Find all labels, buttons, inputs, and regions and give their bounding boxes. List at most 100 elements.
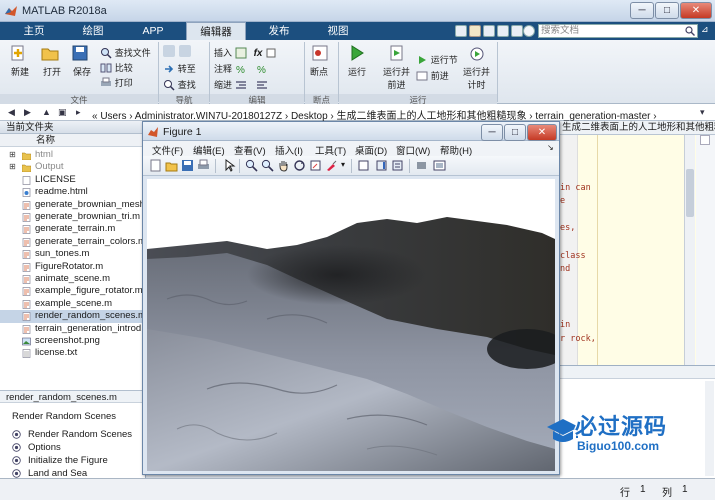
save-icon[interactable] [455, 25, 467, 37]
menu-help[interactable]: 帮助(H) [440, 143, 472, 157]
scrollbar-thumb[interactable] [686, 169, 694, 217]
find-button[interactable]: 查找 [163, 78, 196, 91]
indent-button[interactable]: 缩进 [214, 78, 268, 91]
maximize-button[interactable]: □ [655, 2, 679, 19]
file-row[interactable]: readme.html [0, 186, 145, 199]
run-button[interactable]: 运行 [347, 44, 367, 78]
file-row[interactable]: example_scene.m [0, 298, 145, 311]
link-plot-icon[interactable] [357, 159, 370, 172]
minimize-button[interactable]: ─ [630, 2, 654, 19]
data-cursor-icon[interactable] [309, 159, 322, 172]
file-row[interactable]: FigureRotator.m [0, 261, 145, 274]
new-button[interactable]: 新建 [8, 44, 29, 78]
open-button[interactable]: 打开 [40, 44, 61, 78]
forward-arrow-icon[interactable] [179, 45, 191, 57]
save-figure-icon[interactable] [181, 159, 194, 172]
search-icon[interactable] [685, 26, 695, 36]
print-figure-icon[interactable] [197, 159, 210, 172]
copy-icon[interactable] [483, 25, 495, 37]
figure-close-button[interactable]: ✕ [527, 124, 557, 141]
close-button[interactable]: ✕ [680, 2, 712, 19]
figure-axes-canvas[interactable] [147, 179, 555, 471]
browse-folder-icon[interactable]: ▣ [58, 107, 67, 118]
back-arrow-icon[interactable]: ◀ [8, 107, 15, 118]
run-and-time-button[interactable]: 运行并 计时 [463, 44, 490, 91]
zoom-out-icon[interactable] [261, 159, 274, 172]
file-row[interactable]: screenshot.png [0, 335, 145, 348]
rotate-3d-icon[interactable] [293, 159, 306, 172]
editor-scrollbar[interactable] [684, 135, 695, 365]
pan-hand-icon[interactable] [277, 159, 290, 172]
file-row[interactable]: animate_scene.m [0, 273, 145, 286]
file-row[interactable]: sun_tones.m [0, 248, 145, 261]
find-files-button[interactable]: 查找文件 [100, 46, 151, 59]
forward-arrow-icon[interactable]: ▶ [24, 107, 31, 118]
tab-plots[interactable]: 绘图 [64, 22, 122, 40]
path-dropdown-icon[interactable]: ▾ [700, 107, 705, 118]
section-item[interactable]: Options [0, 441, 145, 454]
expand-toggle-icon[interactable]: ⊞ [9, 161, 16, 174]
brush-dropdown-icon[interactable]: ▾ [341, 160, 345, 169]
figure-title-bar[interactable]: Figure 1 ─ □ ✕ [143, 122, 559, 141]
ribbon-options-icon[interactable]: ⊿ [701, 24, 713, 38]
zoom-in-icon[interactable] [245, 159, 258, 172]
folder-row[interactable]: ⊞ Output [0, 161, 145, 174]
tab-apps[interactable]: APP [124, 22, 182, 40]
back-arrow-icon[interactable] [163, 45, 175, 57]
menu-view[interactable]: 查看(V) [234, 143, 266, 157]
goto-button[interactable]: 转至 [163, 62, 196, 75]
run-section-button[interactable]: 运行节 [416, 53, 458, 66]
figure-maximize-button[interactable]: □ [504, 124, 526, 141]
insert-colorbar-icon[interactable] [375, 159, 388, 172]
terrain-render[interactable] [147, 179, 555, 471]
section-item[interactable]: Render Random Scenes [0, 428, 145, 441]
expand-toggle-icon[interactable]: ⊞ [9, 149, 16, 162]
tab-home[interactable]: 主页 [6, 22, 62, 40]
file-row[interactable]: generate_brownian_mesh [0, 199, 145, 212]
file-row[interactable]: generate_brownian_tri.m [0, 211, 145, 224]
breakpoints-button[interactable]: 断点 [310, 44, 330, 78]
redo-icon[interactable] [511, 25, 523, 37]
comment-button[interactable]: 注释 % % [214, 62, 268, 76]
file-row[interactable]: generate_terrain_colors.m [0, 236, 145, 249]
tab-editor[interactable]: 编辑器 [186, 22, 246, 40]
section-item[interactable]: Initialize the Figure [0, 454, 145, 467]
split-view-icon[interactable] [700, 135, 710, 145]
compare-button[interactable]: 比较 [100, 61, 133, 74]
insert-button[interactable]: 插入 fx [214, 46, 277, 59]
file-row[interactable]: generate_terrain.m [0, 223, 145, 236]
file-row[interactable]: LICENSE [0, 174, 145, 187]
menu-window[interactable]: 窗口(W) [396, 143, 430, 157]
undo-icon[interactable] [497, 25, 509, 37]
name-column-header[interactable]: 名称 [0, 134, 145, 147]
file-row[interactable]: render_random_scenes.m [0, 310, 145, 323]
file-row[interactable]: example_figure_rotator.m [0, 285, 145, 298]
figure-minimize-button[interactable]: ─ [481, 124, 503, 141]
save-button[interactable]: 保存 [70, 44, 91, 78]
dock-arrow-icon[interactable]: ↘ [547, 143, 554, 152]
insert-legend-icon[interactable] [391, 159, 404, 172]
search-input[interactable]: 搜索文档 [538, 24, 698, 38]
uncomment-icon[interactable]: % [256, 63, 268, 76]
run-advance-button[interactable]: 运行并 前进 [383, 44, 410, 91]
new-figure-icon[interactable] [149, 159, 162, 172]
print-button[interactable]: 打印 [100, 76, 133, 89]
tab-view[interactable]: 视图 [310, 22, 366, 40]
file-row[interactable]: license.txt [0, 347, 145, 360]
hide-plot-tools-icon[interactable] [415, 159, 428, 172]
advance-button[interactable]: 前进 [416, 69, 449, 82]
menu-file[interactable]: 文件(F) [152, 143, 183, 157]
folder-dropdown-icon[interactable]: ▸ [76, 107, 81, 118]
outdent-icon[interactable] [256, 79, 268, 91]
up-folder-icon[interactable]: ▲ [42, 107, 51, 117]
menu-edit[interactable]: 编辑(E) [193, 143, 225, 157]
show-plot-tools-icon[interactable] [433, 159, 446, 172]
menu-insert[interactable]: 插入(I) [275, 143, 303, 157]
menu-tools[interactable]: 工具(T) [315, 143, 346, 157]
file-row[interactable]: terrain_generation_introd [0, 323, 145, 336]
breadcrumb[interactable]: « Users › Administrator.WIN7U-20180127Z … [92, 107, 657, 122]
edit-plot-arrow-icon[interactable] [223, 159, 236, 172]
menu-desktop[interactable]: 桌面(D) [355, 143, 387, 157]
help-icon[interactable] [523, 25, 535, 37]
editor-tab[interactable]: 生成二维表面上的人工地形和其他粗糙现象\terrain_gener... [560, 121, 715, 135]
